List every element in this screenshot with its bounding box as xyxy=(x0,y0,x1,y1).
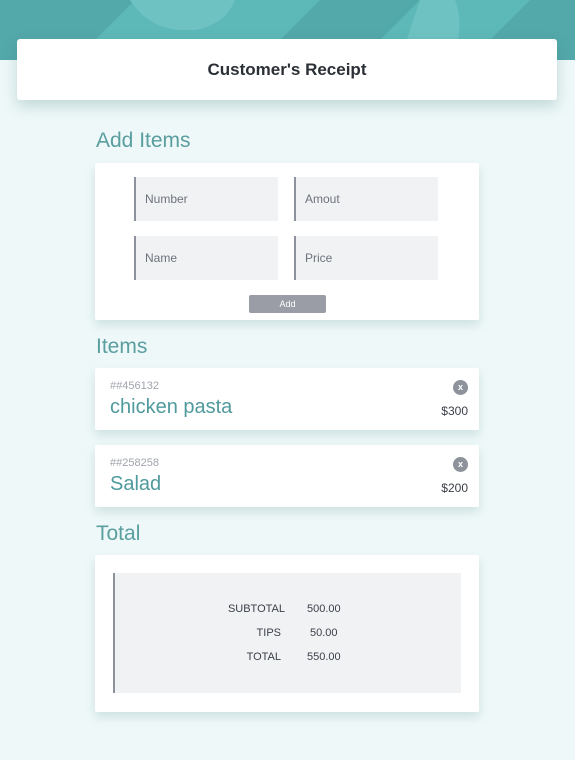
name-field[interactable]: Name xyxy=(134,236,278,280)
list-item: ##456132 chicken pasta $300 x xyxy=(95,368,479,430)
total-value: 550.00 xyxy=(307,651,341,663)
number-field[interactable]: Number xyxy=(134,177,278,221)
total-card: SUBTOTAL 500.00 TIPS 50.00 TOTAL 550.00 xyxy=(95,555,479,712)
totals-panel: SUBTOTAL 500.00 TIPS 50.00 TOTAL 550.00 xyxy=(113,573,461,693)
list-item: ##258258 Salad $200 x xyxy=(95,445,479,507)
close-icon[interactable]: x xyxy=(453,457,468,472)
total-title: Total xyxy=(96,522,141,545)
add-items-form: Number Amout Name Price Add xyxy=(95,163,479,320)
tips-value: 50.00 xyxy=(310,627,338,639)
total-label: TOTAL xyxy=(246,651,281,663)
header-card: Customer's Receipt xyxy=(17,39,557,100)
page-title: Customer's Receipt xyxy=(207,59,367,79)
item-code: ##456132 xyxy=(110,380,159,392)
item-name: chicken pasta xyxy=(110,396,233,418)
subtotal-label: SUBTOTAL xyxy=(227,603,285,615)
item-price: $200 xyxy=(441,481,468,495)
item-price: $300 xyxy=(441,404,468,418)
item-name: Salad xyxy=(110,473,162,495)
item-code: ##258258 xyxy=(110,457,159,469)
add-items-title: Add Items xyxy=(96,129,191,152)
amount-field[interactable]: Amout xyxy=(294,177,438,221)
items-title: Items xyxy=(96,335,148,358)
subtotal-value: 500.00 xyxy=(307,603,341,615)
tips-label: TIPS xyxy=(256,627,281,639)
close-icon[interactable]: x xyxy=(453,380,468,395)
add-button[interactable]: Add xyxy=(249,295,326,313)
price-field[interactable]: Price xyxy=(294,236,438,280)
